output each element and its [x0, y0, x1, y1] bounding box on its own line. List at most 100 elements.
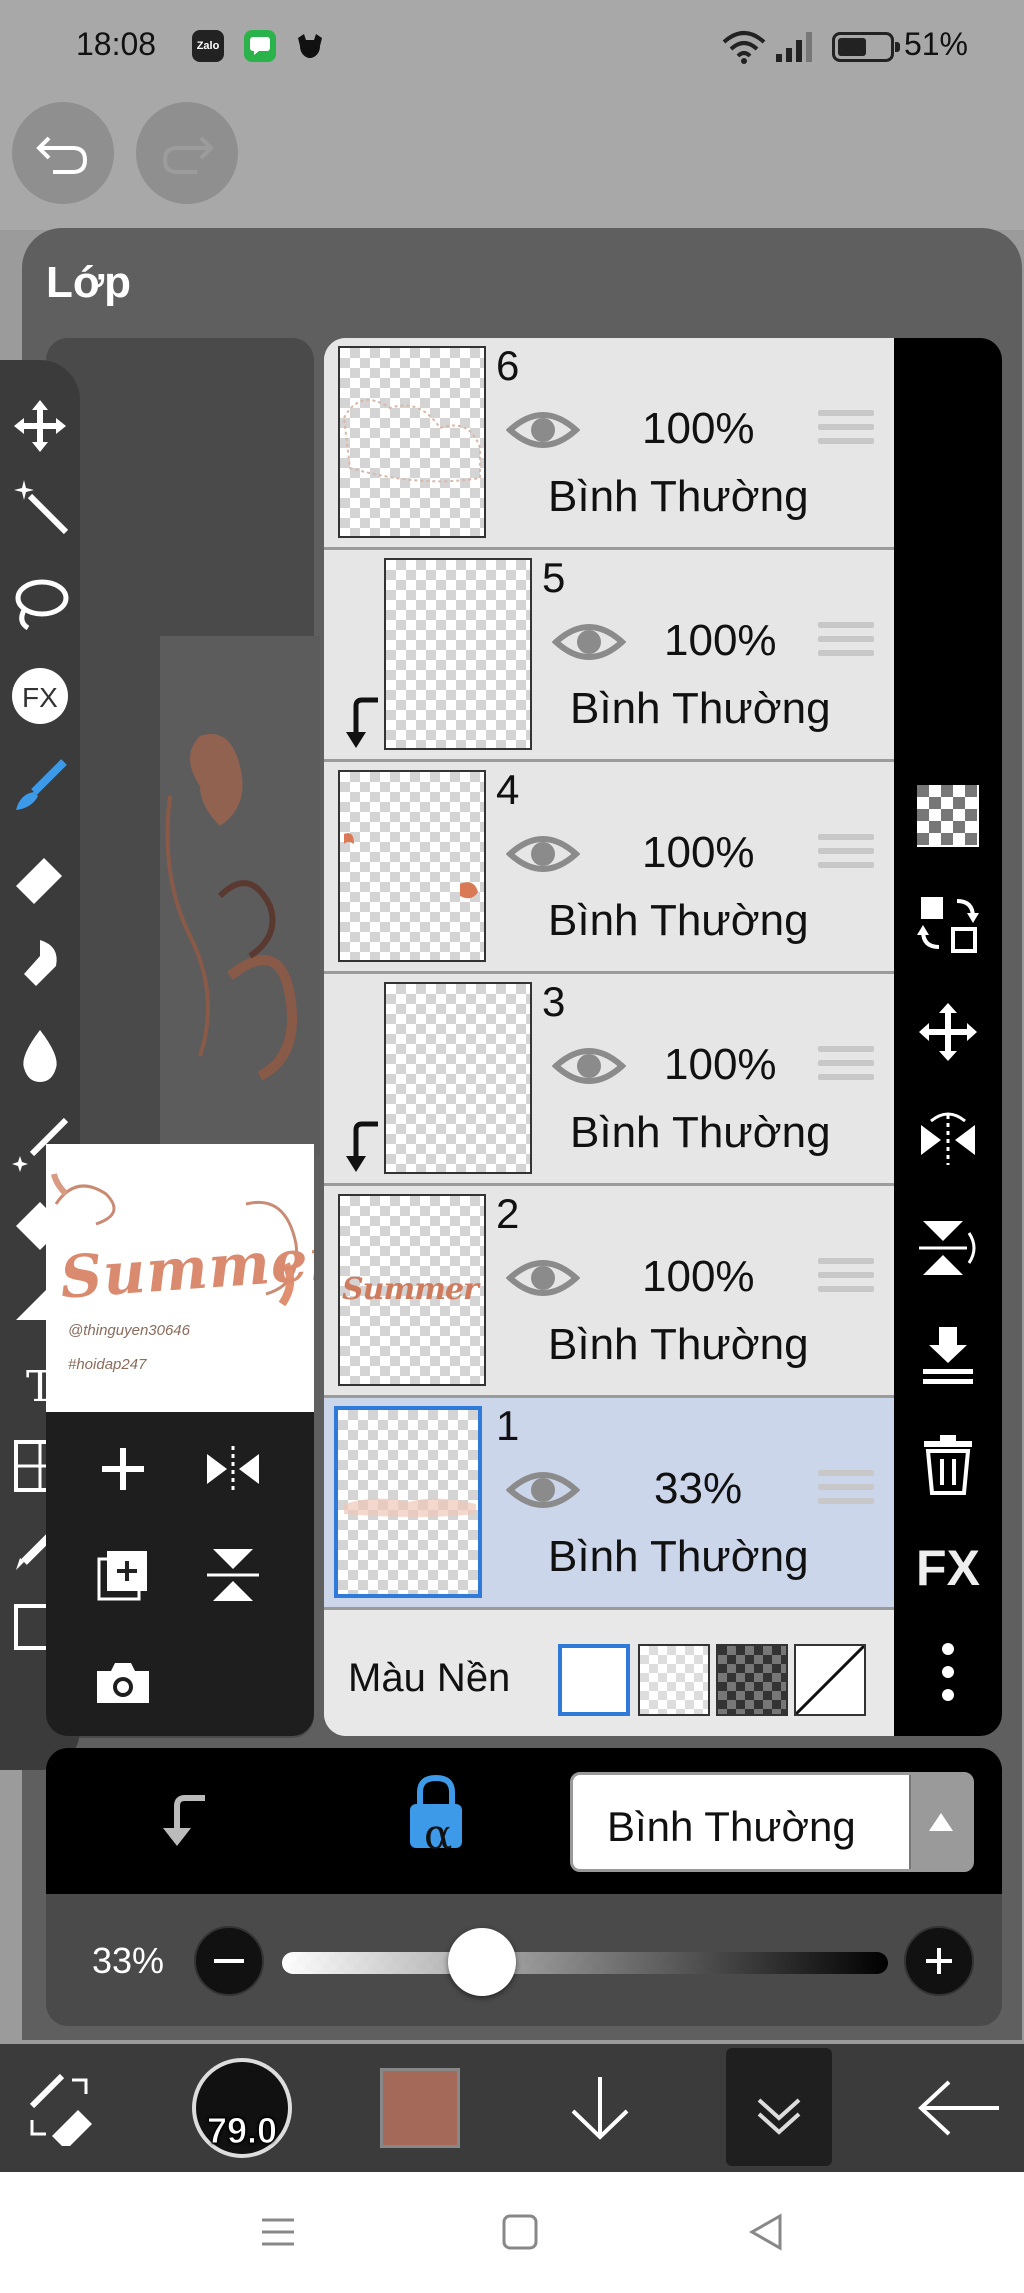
minus-icon: [214, 1959, 244, 1963]
brush-eraser-toggle-button[interactable]: [18, 2058, 102, 2158]
eraser-icon[interactable]: [4, 840, 76, 912]
thumbnail-line-2: #hoidap247: [68, 1356, 147, 1373]
system-nav-bar: [0, 2172, 1024, 2293]
drag-handle-icon[interactable]: [818, 410, 874, 456]
visibility-eye-icon[interactable]: [506, 404, 580, 456]
bg-swatch-none[interactable]: [794, 1644, 866, 1716]
layer-thumbnail: [338, 346, 486, 538]
back-button[interactable]: [912, 2058, 1008, 2158]
home-icon[interactable]: [500, 2212, 540, 2252]
blend-dropdown-toggle[interactable]: [909, 1775, 971, 1869]
flip-horizontal-icon[interactable]: [914, 1106, 982, 1174]
triangle-up-icon: [929, 1813, 953, 1831]
layer-row-3[interactable]: 3 100% Bình Thường: [324, 974, 894, 1186]
smudge-icon[interactable]: [4, 930, 76, 1002]
signal-icon: [774, 30, 814, 69]
layer-opacity: 100%: [664, 1040, 777, 1089]
wifi-icon: [722, 30, 766, 69]
clipping-button[interactable]: [142, 1780, 222, 1860]
drag-handle-icon[interactable]: [818, 622, 874, 668]
clipping-arrow-icon: [346, 697, 378, 748]
back-nav-icon[interactable]: [746, 2212, 786, 2252]
flip-vertical-icon[interactable]: [914, 1214, 982, 1282]
layer-row-4[interactable]: 4 100% Bình Thường: [324, 762, 894, 974]
brush-size-button[interactable]: 79.0: [192, 2058, 292, 2158]
layer-row-1[interactable]: 1 33% Bình Thường: [324, 1398, 894, 1610]
visibility-eye-icon[interactable]: [506, 1252, 580, 1304]
messages-icon: [244, 30, 276, 62]
import-photo-button[interactable]: [88, 1648, 158, 1718]
copy-layer-button[interactable]: [88, 1540, 158, 1610]
canvas-thumbnail[interactable]: Summer @thinguyen30646 #hoidap247: [46, 1144, 314, 1412]
layer-thumbnail: Summer: [338, 1194, 486, 1386]
layer-down-button[interactable]: [560, 2058, 640, 2158]
redo-icon: [162, 136, 214, 174]
bg-swatch-transparent-light[interactable]: [638, 1644, 710, 1716]
checker-icon[interactable]: [914, 782, 982, 850]
top-bar: [0, 90, 1024, 230]
opacity-increase-button[interactable]: [904, 1926, 974, 1996]
undo-button[interactable]: [12, 102, 114, 204]
thumbnail-line-1: @thinguyen30646: [68, 1322, 190, 1339]
opacity-slider-knob[interactable]: [447, 1928, 516, 1996]
bg-swatch-transparent-dark[interactable]: [716, 1644, 788, 1716]
layer-thumbnail: [334, 1406, 482, 1598]
layer-thumbnail: [384, 982, 532, 1174]
move-layer-icon[interactable]: [914, 998, 982, 1066]
flip-horizontal-icon: [207, 1446, 259, 1492]
double-chevron-down-icon: [757, 2098, 801, 2135]
blend-mode-select[interactable]: Bình Thường: [570, 1772, 974, 1872]
flip-layer-vertical-button[interactable]: [198, 1540, 268, 1610]
duplicate-icon: [97, 1551, 147, 1601]
pet-app-icon: [294, 30, 326, 62]
lasso-icon[interactable]: [4, 570, 76, 642]
redo-button[interactable]: [136, 102, 238, 204]
fx-tool-icon[interactable]: FX: [4, 660, 76, 732]
blur-icon[interactable]: [4, 1020, 76, 1092]
layer-opacity: 100%: [642, 404, 755, 453]
blend-bar: α Bình Thường: [46, 1748, 1002, 1894]
move-icon[interactable]: [4, 390, 76, 462]
opacity-slider[interactable]: [282, 1952, 888, 1974]
bg-swatch-white[interactable]: [558, 1644, 630, 1716]
drag-handle-icon[interactable]: [818, 1258, 874, 1304]
visibility-eye-icon[interactable]: [552, 1040, 626, 1092]
zalo-icon: Zalo: [192, 30, 224, 62]
visibility-eye-icon[interactable]: [506, 1464, 580, 1516]
battery-icon: [832, 32, 900, 62]
brush-size-value: 79.0: [206, 2110, 278, 2152]
fx-icon[interactable]: FX: [914, 1534, 982, 1602]
drag-handle-icon[interactable]: [818, 834, 874, 880]
alpha-lock-button[interactable]: α: [406, 1772, 490, 1868]
swap-icon[interactable]: [914, 890, 982, 958]
color-swatch-button[interactable]: [380, 2068, 460, 2148]
visibility-eye-icon[interactable]: [506, 828, 580, 880]
layer-number: 5: [542, 554, 566, 601]
layer-row-6[interactable]: 6 100% Bình Thường: [324, 338, 894, 550]
clipping-icon: [163, 1795, 205, 1846]
layer-blend-mode: Bình Thường: [548, 1320, 809, 1369]
trash-icon[interactable]: [914, 1430, 982, 1498]
flip-layer-horizontal-button[interactable]: [198, 1434, 268, 1504]
opacity-decrease-button[interactable]: [194, 1926, 264, 1996]
drag-handle-icon[interactable]: [818, 1470, 874, 1516]
magic-wand-icon[interactable]: [4, 470, 76, 542]
opacity-label: 33%: [92, 1940, 165, 1981]
layer-number: 6: [496, 342, 520, 389]
layer-blend-mode: Bình Thường: [548, 896, 809, 945]
recents-menu-icon[interactable]: [258, 2212, 298, 2252]
layer-blend-mode: Bình Thường: [548, 472, 809, 521]
flip-vertical-icon: [207, 1549, 259, 1601]
drag-handle-icon[interactable]: [818, 1046, 874, 1092]
add-layer-button[interactable]: [88, 1434, 158, 1504]
more-icon[interactable]: [914, 1638, 982, 1706]
brush-icon[interactable]: [4, 750, 76, 822]
layer-row-2[interactable]: Summer 2 100% Bình Thường: [324, 1186, 894, 1398]
visibility-eye-icon[interactable]: [552, 616, 626, 668]
background-color-row: Màu Nền: [324, 1618, 894, 1736]
layers-toggle-button[interactable]: [726, 2048, 832, 2166]
layer-row-5[interactable]: 5 100% Bình Thường: [324, 550, 894, 762]
merge-down-icon[interactable]: [914, 1322, 982, 1390]
layer-blend-mode: Bình Thường: [570, 684, 831, 733]
layer-thumbnail: [338, 770, 486, 962]
